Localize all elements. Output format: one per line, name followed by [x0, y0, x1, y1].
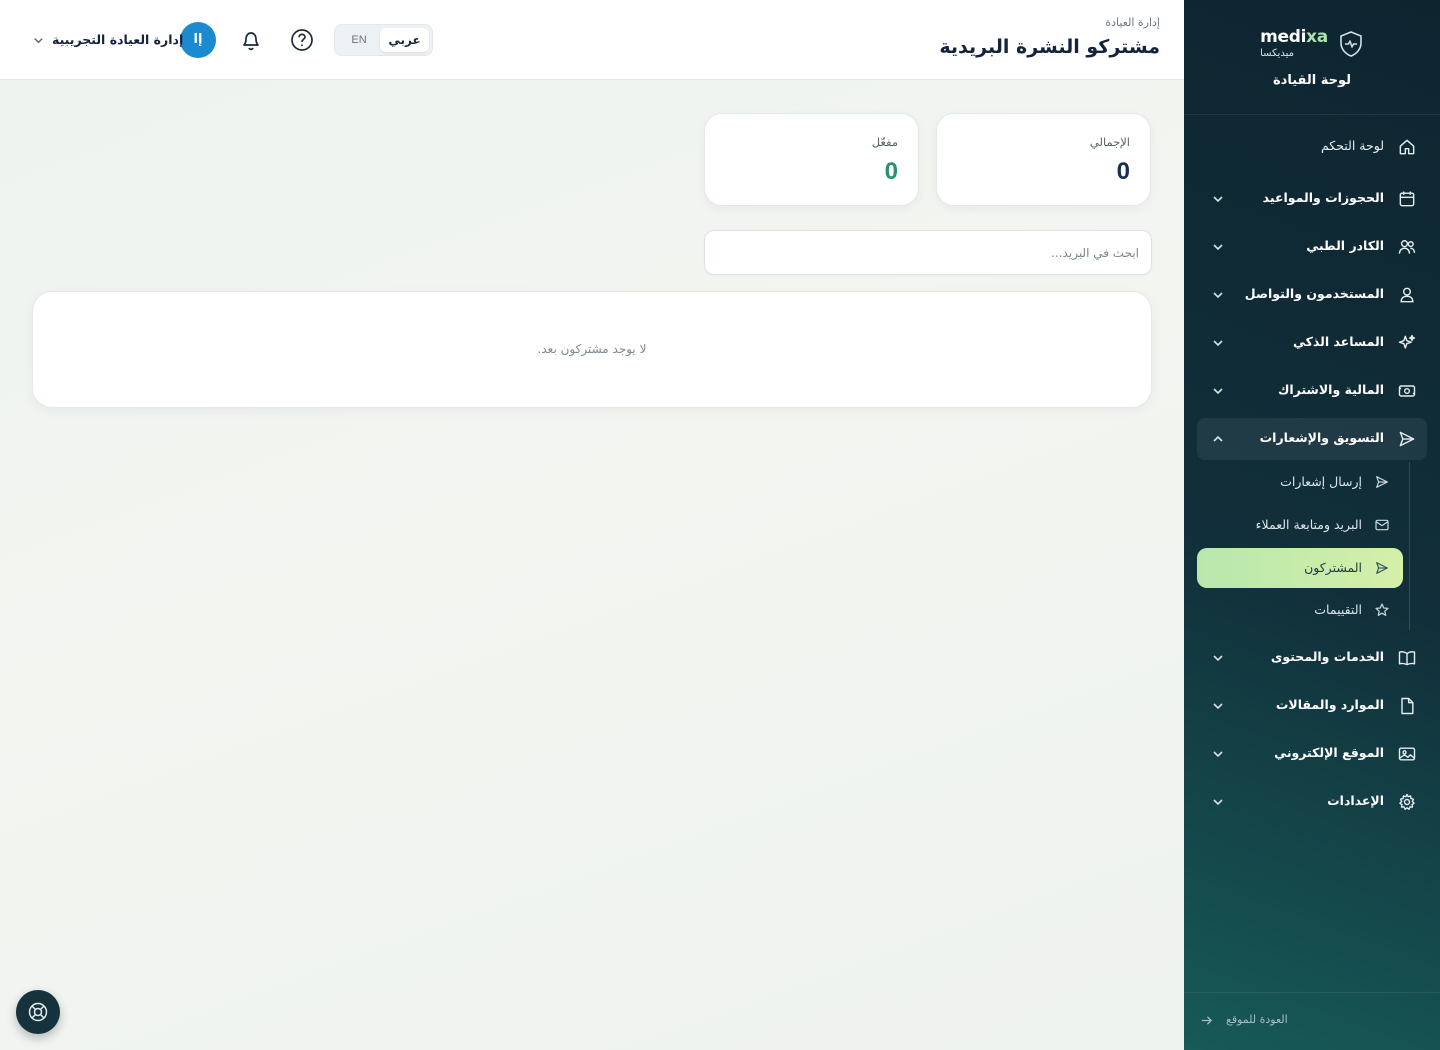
send-icon: [1376, 476, 1388, 488]
search-input[interactable]: [704, 230, 1152, 275]
submenu-item-reviews[interactable]: التقييمات: [1197, 590, 1403, 630]
user-menu-name[interactable]: إدارة العيادة التجريبية: [52, 32, 183, 47]
file-icon: [1401, 697, 1414, 715]
user-icon: [1400, 287, 1414, 303]
brand-logo[interactable]: medixa ميديكسا: [1260, 26, 1364, 59]
sidebar: medixa ميديكسا لوحة القيادة لوحة التحكم …: [1184, 0, 1440, 1050]
submenu-item-subscribers[interactable]: المشتركون: [1197, 548, 1403, 588]
chevron-up-icon: [1213, 435, 1223, 442]
sidebar-item-label: المساعد الذكي: [1293, 334, 1384, 349]
sidebar-item-label: الموارد والمقالات: [1275, 697, 1384, 712]
avatar[interactable]: إا: [180, 22, 216, 58]
back-to-site-label: العودة للموقع: [1226, 1013, 1288, 1026]
brand-section-title: لوحة القيادة: [1272, 72, 1352, 88]
submenu-item-label: التقييمات: [1314, 602, 1362, 617]
lifebuoy-icon: [28, 1002, 48, 1022]
brand-latin-accent: xa: [1306, 26, 1328, 47]
lang-arabic-button[interactable]: عربي: [380, 28, 429, 52]
back-to-site-link[interactable]: العودة للموقع: [1184, 992, 1440, 1050]
chevron-down-icon: [1213, 388, 1223, 395]
chevron-down-icon: [1213, 292, 1223, 299]
subscribers-list: لا يوجد مشتركون بعد.: [32, 291, 1152, 408]
chevron-down-icon: [1213, 196, 1223, 203]
breadcrumb[interactable]: إدارة العيادة: [1105, 16, 1160, 29]
gear-icon: [1399, 793, 1415, 810]
send-icon: [1376, 562, 1388, 574]
support-button[interactable]: [16, 990, 60, 1034]
sidebar-item-label: التسويق والإشعارات: [1259, 430, 1384, 445]
stat-total-label: الإجمالي: [1089, 135, 1130, 149]
calendar-icon: [1399, 191, 1415, 207]
submenu-item-label: إرسال إشعارات: [1280, 474, 1362, 489]
send-icon: [1399, 431, 1415, 447]
sidebar-item-marketing[interactable]: التسويق والإشعارات: [1197, 418, 1427, 460]
sidebar-item-label: الموقع الإلكتروني: [1274, 745, 1384, 760]
submenu-item-label: المشتركون: [1304, 560, 1362, 575]
brand: medixa ميديكسا لوحة القيادة: [1184, 0, 1440, 115]
stat-card-total: الإجمالي 0: [936, 113, 1151, 206]
sidebar-item-services[interactable]: الخدمات والمحتوى: [1197, 637, 1427, 679]
sparkles-icon: [1398, 334, 1416, 349]
chevron-down-icon: [1213, 799, 1223, 806]
users-icon: [1398, 240, 1416, 254]
sidebar-item-ai-assistant[interactable]: المساعد الذكي: [1197, 322, 1427, 364]
sidebar-item-users[interactable]: المستخدمون والتواصل: [1197, 274, 1427, 316]
language-toggle: عربي EN: [334, 24, 433, 56]
chevron-down-icon: [1213, 655, 1223, 662]
submenu-item-send-notifications[interactable]: إرسال إشعارات: [1197, 462, 1403, 502]
image-icon: [1398, 747, 1416, 761]
page-title: مشتركو النشرة البريدية: [939, 36, 1160, 58]
brand-latin-main: medi: [1260, 26, 1307, 47]
sidebar-item-label: الخدمات والمحتوى: [1270, 649, 1384, 664]
chevron-down-icon: [1213, 340, 1223, 347]
brand-arabic: ميديكسا: [1260, 47, 1294, 59]
mail-icon: [1375, 519, 1389, 531]
sidebar-item-label: الحجوزات والمواعيد: [1262, 190, 1384, 205]
stat-enabled-label: مفعّل: [871, 135, 898, 149]
arrow-right-icon: [1201, 1016, 1213, 1025]
empty-state-text: لا يوجد مشتركون بعد.: [537, 342, 647, 356]
sidebar-item-medical-staff[interactable]: الكادر الطبي: [1197, 226, 1427, 268]
sidebar-item-resources[interactable]: الموارد والمقالات: [1197, 685, 1427, 727]
sidebar-item-finance[interactable]: المالية والاشتراك: [1197, 370, 1427, 412]
submenu-item-mail-followup[interactable]: البريد ومتابعة العملاء: [1197, 505, 1403, 545]
sidebar-item-label: الإعدادات: [1327, 793, 1384, 808]
bell-icon[interactable]: [238, 27, 264, 53]
shield-pulse-icon: [1340, 30, 1362, 57]
sidebar-item-label: المستخدمون والتواصل: [1244, 286, 1384, 301]
sidebar-item-label: لوحة التحكم: [1320, 138, 1384, 153]
book-icon: [1398, 651, 1416, 666]
top-header: إدارة العيادة مشتركو النشرة البريدية عرب…: [0, 0, 1184, 80]
stat-card-enabled: مفعّل 0: [704, 113, 919, 206]
sidebar-item-label: الكادر الطبي: [1306, 238, 1384, 253]
sidebar-item-label: المالية والاشتراك: [1277, 382, 1384, 397]
sidebar-item-dashboard[interactable]: لوحة التحكم: [1197, 126, 1427, 168]
sidebar-item-website[interactable]: الموقع الإلكتروني: [1197, 733, 1427, 775]
submenu-item-label: البريد ومتابعة العملاء: [1255, 517, 1362, 532]
help-icon[interactable]: [289, 27, 315, 53]
home-icon: [1399, 139, 1415, 155]
sidebar-item-bookings[interactable]: الحجوزات والمواعيد: [1197, 178, 1427, 220]
content-area: [0, 80, 1184, 1050]
submenu-rail: [1409, 462, 1410, 630]
chevron-down-icon: [1213, 244, 1223, 251]
brand-name: medixa ميديكسا: [1260, 26, 1328, 59]
stat-enabled-value: 0: [884, 158, 898, 185]
chevron-down-icon: [1213, 703, 1223, 710]
sidebar-item-settings[interactable]: الإعدادات: [1197, 781, 1427, 823]
stat-total-value: 0: [1116, 158, 1130, 185]
banknote-icon: [1398, 385, 1416, 397]
lang-english-button[interactable]: EN: [344, 28, 374, 52]
star-icon: [1375, 603, 1389, 616]
chevron-down-icon[interactable]: [32, 34, 45, 47]
chevron-down-icon: [1213, 751, 1223, 758]
